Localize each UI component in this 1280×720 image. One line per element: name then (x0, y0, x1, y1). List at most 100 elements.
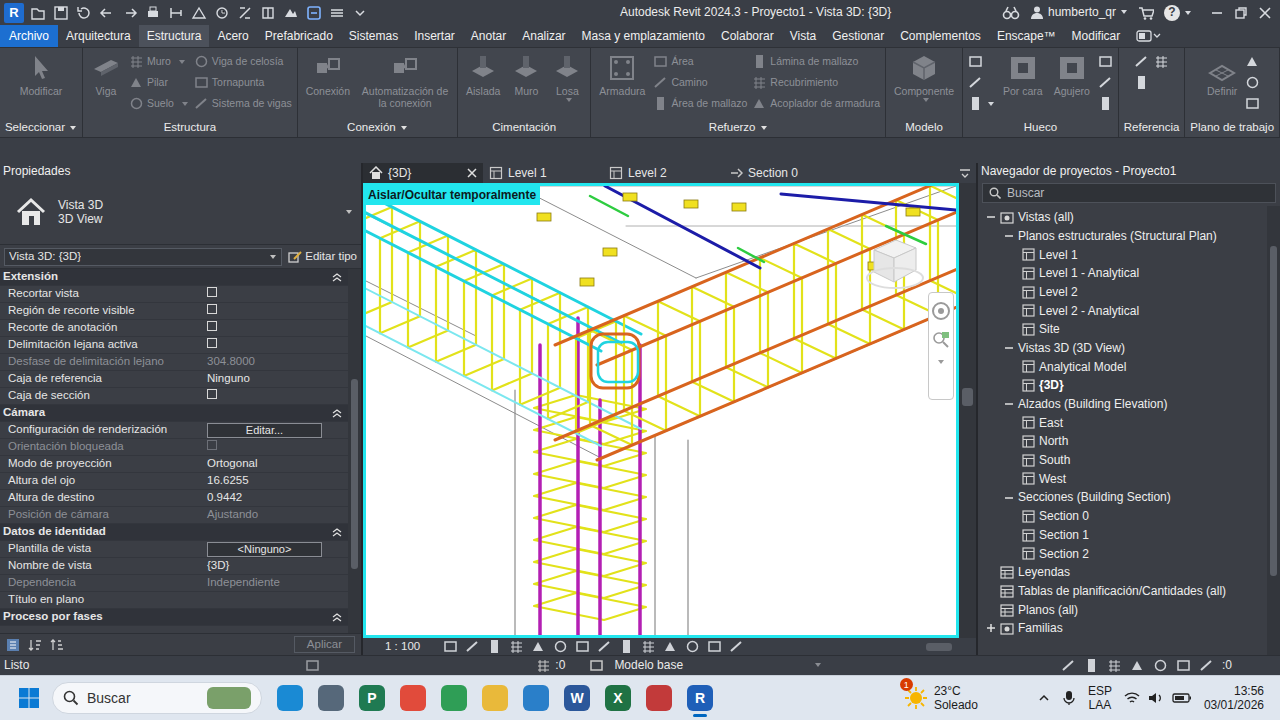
ribbon-tab[interactable]: Prefabricado (257, 25, 341, 47)
user-menu[interactable]: humberto_qr (1030, 5, 1128, 19)
checkbox[interactable] (207, 338, 217, 348)
quick-access-icon[interactable] (168, 5, 184, 21)
worksets-icon[interactable] (305, 658, 320, 673)
property-value[interactable]: {3D} (207, 559, 348, 573)
ribbon-tab[interactable]: Modificar (1064, 25, 1129, 47)
ribbon-button[interactable] (1134, 72, 1149, 93)
tree-label[interactable]: Site (1039, 322, 1060, 336)
tab-label[interactable]: Analizar (522, 29, 565, 43)
tree-item[interactable]: Level 2 - Analytical (978, 301, 1267, 320)
tree-item[interactable]: Section 1 (978, 526, 1267, 545)
section-header[interactable]: Proceso por fases (0, 609, 348, 626)
cart-icon[interactable] (1138, 6, 1154, 20)
app-glyph[interactable]: P (367, 690, 376, 707)
tree-item[interactable]: Section 0 (978, 507, 1267, 526)
dropdown-arrow-icon[interactable] (937, 359, 945, 365)
button-label[interactable]: Conexión (306, 85, 350, 97)
tree-item[interactable]: Level 1 (978, 245, 1267, 264)
model-canvas[interactable]: Aislar/Ocultar temporalmente (363, 183, 959, 638)
close-tab-icon[interactable] (467, 168, 477, 178)
tree-label[interactable]: Section 0 (1039, 509, 1089, 523)
ribbon-button[interactable] (1098, 72, 1113, 93)
view-tab[interactable]: Level 1 (483, 163, 603, 183)
windows-start-icon[interactable] (18, 687, 40, 709)
close-icon[interactable] (1258, 6, 1272, 20)
tree-label[interactable]: Alzados (Building Elevation) (1018, 397, 1167, 411)
expand-toggle-icon[interactable] (986, 212, 996, 222)
tree-label[interactable]: Leyendas (1018, 565, 1070, 579)
tree-label[interactable]: Tablas de planificación/Cantidades (all) (1018, 584, 1226, 598)
constraints-icon[interactable] (663, 639, 678, 654)
ribbon-button[interactable]: Por cara (1000, 51, 1046, 99)
background-icon[interactable] (1176, 658, 1191, 673)
tab-label[interactable]: Vista (790, 29, 816, 43)
section-title[interactable]: Proceso por fases (3, 610, 103, 624)
expand-toggle-icon[interactable] (986, 623, 996, 633)
tree-label[interactable]: Level 2 - Analytical (1039, 304, 1139, 318)
button-label[interactable]: Acoplador de armadura (770, 97, 880, 110)
tree-item[interactable]: Secciones (Building Section) (978, 488, 1267, 507)
ribbon-button[interactable]: Modificar (17, 51, 66, 99)
clock[interactable]: 13:5603/01/2026 (1204, 684, 1264, 712)
ribbon-button[interactable]: Muro (508, 51, 544, 99)
view-tab-label[interactable]: {3D} (388, 166, 462, 180)
scroll-thumb[interactable] (926, 643, 952, 651)
ribbon-button[interactable]: Acoplador de armadura (752, 93, 880, 114)
tree-label[interactable]: Vistas 3D (3D View) (1018, 341, 1125, 355)
section-title[interactable]: Cámara (3, 406, 45, 420)
analytical-icon[interactable] (685, 639, 700, 654)
ribbon-button[interactable]: Muro (129, 51, 189, 72)
weather-widget[interactable]: 123°CSoleado (904, 684, 978, 712)
tree-item[interactable]: North (978, 432, 1267, 451)
quick-settings[interactable] (1124, 691, 1192, 705)
ribbon-button[interactable]: Suelo (129, 93, 189, 114)
time[interactable]: 13:56 (1204, 684, 1264, 698)
temporary-view-icon[interactable] (641, 639, 656, 654)
tree-item[interactable]: {3D} (978, 376, 1267, 395)
tree-item[interactable]: Planos (all) (978, 600, 1267, 619)
quick-access-icon[interactable] (191, 5, 207, 21)
visual-style-icon[interactable] (465, 639, 480, 654)
detail-level-icon[interactable] (443, 639, 458, 654)
expand-toggle-icon[interactable] (1004, 493, 1014, 503)
tree-item[interactable]: Analytical Model (978, 358, 1267, 377)
quick-access-icon[interactable] (352, 5, 368, 21)
tree-item[interactable]: Alzados (Building Elevation) (978, 395, 1267, 414)
taskbar-app[interactable] (520, 678, 552, 718)
tab-label[interactable]: Masa y emplazamiento (582, 29, 705, 43)
ribbon-toggle-icon[interactable] (1136, 25, 1162, 47)
model-name[interactable]: Modelo base (614, 658, 683, 672)
scroll-thumb[interactable] (351, 379, 358, 569)
search-box[interactable] (982, 183, 1276, 203)
tree-item[interactable]: Vistas (all) (978, 208, 1267, 227)
instance-name[interactable]: Vista 3D: {3D} (9, 250, 81, 264)
tab-label[interactable]: Anotar (471, 29, 506, 43)
ribbon-button[interactable]: Conexión (303, 51, 353, 99)
tree-label[interactable]: Section 1 (1039, 528, 1089, 542)
reveal-icon[interactable] (597, 639, 612, 654)
tab-list-icon[interactable] (958, 163, 972, 183)
tab-label[interactable]: Insertar (414, 29, 455, 43)
tree-item[interactable]: South (978, 451, 1267, 470)
taskbar-app[interactable] (274, 678, 306, 718)
tree-item[interactable]: Section 2 (978, 544, 1267, 563)
ribbon-button[interactable] (1245, 72, 1260, 93)
tree-label[interactable]: {3D} (1039, 378, 1064, 392)
button-label[interactable]: Tornapunta (212, 76, 265, 89)
quick-access-icon[interactable] (306, 5, 322, 21)
navigation-bar[interactable] (928, 292, 954, 400)
ribbon-tab[interactable]: Arquitectura (58, 25, 139, 47)
tree-item[interactable]: Vistas 3D (3D View) (978, 339, 1267, 358)
date[interactable]: 03/01/2026 (1204, 698, 1264, 712)
ribbon-tab[interactable]: Colaborar (713, 25, 782, 47)
scroll-thumb[interactable] (1270, 246, 1277, 576)
model-selector[interactable]: Modelo base (608, 658, 828, 672)
button-label[interactable]: Modificar (20, 85, 63, 97)
panel-title-row[interactable]: Refuerzo (591, 118, 885, 137)
ribbon-button[interactable]: Área (653, 51, 747, 72)
taskbar-search-input[interactable] (87, 690, 199, 707)
button-label[interactable]: Muro (147, 55, 171, 68)
quick-access-icon[interactable] (30, 5, 46, 21)
tree-item[interactable]: Level 2 (978, 283, 1267, 302)
highlight-icon[interactable] (707, 639, 722, 654)
